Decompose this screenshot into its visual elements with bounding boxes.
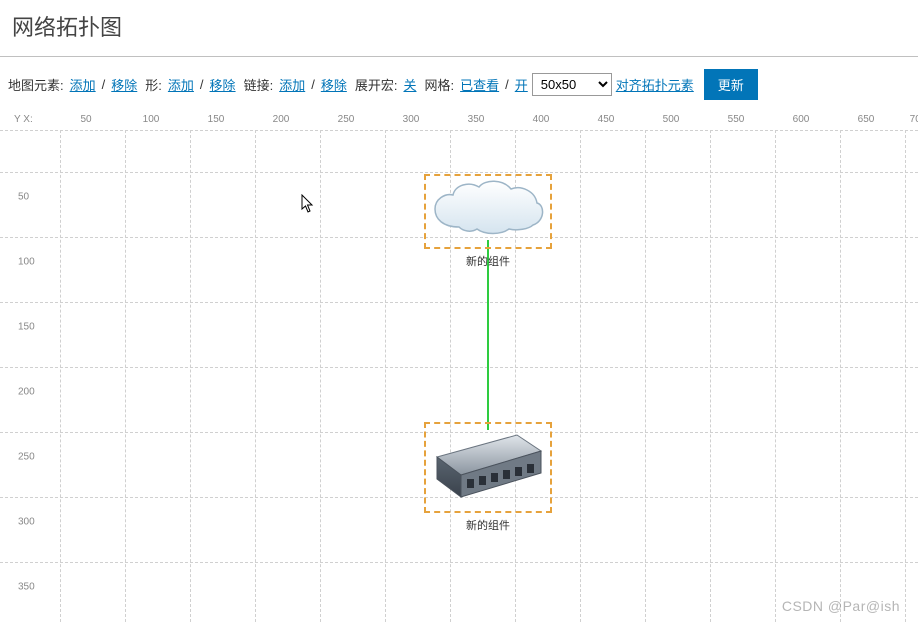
y-tick: 100 <box>18 257 35 268</box>
x-tick: 400 <box>533 114 550 125</box>
grid-line-vertical <box>125 130 126 622</box>
map-add-link[interactable]: 添加 <box>70 75 96 94</box>
grid-line-vertical <box>775 130 776 622</box>
link-remove-link[interactable]: 移除 <box>321 75 347 94</box>
ruler-corner-label: Y X: <box>0 112 60 126</box>
x-tick: 350 <box>468 114 485 125</box>
grid-line-vertical <box>840 130 841 622</box>
x-tick: 650 <box>858 114 875 125</box>
y-tick: 200 <box>18 387 35 398</box>
macro-off-link[interactable]: 关 <box>403 75 416 94</box>
grid-line-vertical <box>385 130 386 622</box>
x-tick: 100 <box>143 114 160 125</box>
y-tick: 250 <box>18 452 35 463</box>
grid-line-horizontal <box>0 302 918 303</box>
grid-line-horizontal <box>0 172 918 173</box>
x-tick: 50 <box>80 114 91 125</box>
grid-line-vertical <box>905 130 906 622</box>
map-elements-label: 地图元素: <box>8 75 64 94</box>
switch-node[interactable]: 新的组件 <box>424 422 552 533</box>
shape-remove-link[interactable]: 移除 <box>210 75 236 94</box>
x-tick: 150 <box>208 114 225 125</box>
cloud-node-label: 新的组件 <box>424 253 552 269</box>
y-tick: 350 <box>18 582 35 593</box>
x-tick: 250 <box>338 114 355 125</box>
page-title: 网络拓扑图 <box>12 10 906 42</box>
y-tick: 150 <box>18 322 35 333</box>
topology-canvas[interactable]: Y X: 50 100 150 200 250 300 350 400 450 … <box>0 112 918 622</box>
mouse-cursor-icon <box>301 194 315 214</box>
x-tick: 200 <box>273 114 290 125</box>
grid-line-vertical <box>645 130 646 622</box>
grid-line-vertical <box>190 130 191 622</box>
separator: / <box>311 77 315 92</box>
grid-line-horizontal <box>0 562 918 563</box>
shape-label: 形: <box>145 75 162 94</box>
macro-label: 展开宏: <box>355 75 398 94</box>
map-remove-link[interactable]: 移除 <box>111 75 137 94</box>
cloud-icon <box>429 179 547 241</box>
x-tick: 300 <box>403 114 420 125</box>
switch-icon <box>429 427 547 505</box>
separator: / <box>102 77 106 92</box>
grid-viewed-link[interactable]: 已查看 <box>460 75 499 94</box>
link-add-link[interactable]: 添加 <box>279 75 305 94</box>
grid-on-link[interactable]: 开 <box>515 75 528 94</box>
cloud-node[interactable]: 新的组件 <box>424 174 552 269</box>
align-elements-link[interactable]: 对齐拓扑元素 <box>616 75 694 94</box>
grid-line-vertical <box>320 130 321 622</box>
link-label: 链接: <box>244 75 274 94</box>
x-tick: 700 <box>910 114 918 125</box>
separator: / <box>200 77 204 92</box>
shape-add-link[interactable]: 添加 <box>168 75 194 94</box>
x-tick: 450 <box>598 114 615 125</box>
grid-line-vertical <box>710 130 711 622</box>
x-tick: 550 <box>728 114 745 125</box>
x-tick: 500 <box>663 114 680 125</box>
grid-line-horizontal <box>0 130 918 131</box>
y-tick: 50 <box>18 192 29 203</box>
grid-line-horizontal <box>0 367 918 368</box>
selection-outline <box>424 174 552 249</box>
page-header: 网络拓扑图 <box>0 0 918 57</box>
separator: / <box>505 77 509 92</box>
grid-line-vertical <box>255 130 256 622</box>
x-tick: 600 <box>793 114 810 125</box>
grid-line-vertical <box>60 130 61 622</box>
watermark: CSDN @Par@ish <box>782 598 900 614</box>
y-tick: 300 <box>18 517 35 528</box>
grid-label: 网格: <box>424 75 454 94</box>
selection-outline <box>424 422 552 513</box>
update-button[interactable]: 更新 <box>704 69 758 100</box>
toolbar: 地图元素: 添加 / 移除 形: 添加 / 移除 链接: 添加 / 移除 展开宏… <box>0 57 918 112</box>
grid-line-vertical <box>580 130 581 622</box>
grid-size-select[interactable]: 50x50 <box>532 73 612 96</box>
switch-node-label: 新的组件 <box>424 517 552 533</box>
